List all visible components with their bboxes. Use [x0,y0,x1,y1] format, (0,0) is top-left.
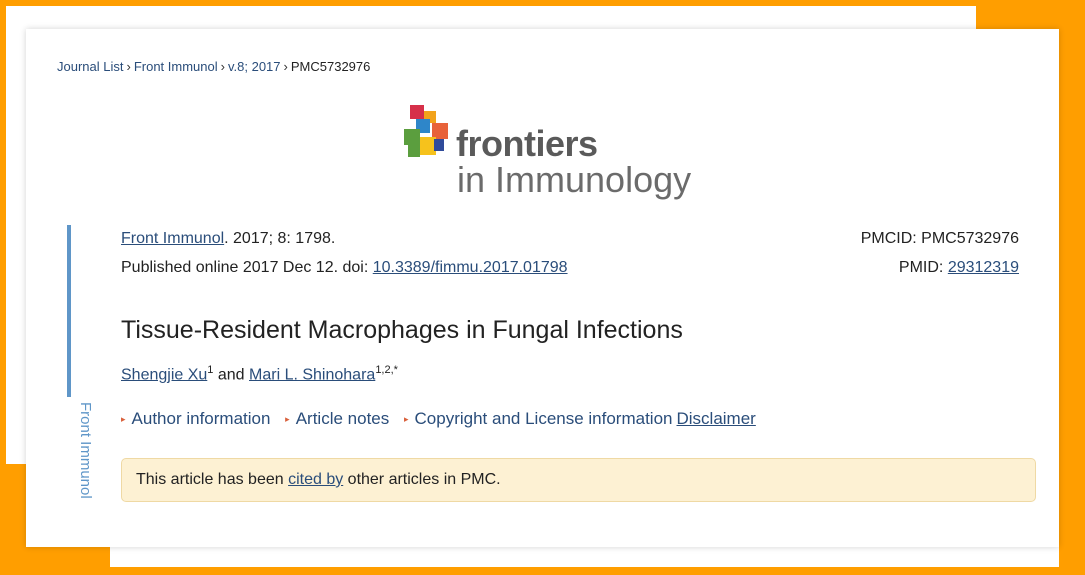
sidebar-accent-bar [67,225,71,397]
pmid-link[interactable]: 29312319 [948,259,1019,276]
pmcid-value: PMC5732976 [921,230,1019,247]
breadcrumb-separator: › [126,59,131,74]
published-prefix: Published online 2017 Dec 12. doi: [121,259,373,276]
frontiers-cube-icon [404,105,448,157]
sidebar-journal-label[interactable]: Front Immunol [77,402,94,499]
breadcrumb-separator: › [283,59,288,74]
cited-by-notice: This article has been cited by other art… [121,458,1036,502]
breadcrumb-front-immunol[interactable]: Front Immunol [134,59,218,74]
pmid-label: PMID: [898,259,948,276]
journal-link[interactable]: Front Immunol [121,230,224,247]
cited-by-link[interactable]: cited by [288,471,343,488]
journal-logo[interactable]: frontiers in Immunology [402,103,722,203]
pmcid-line: PMCID: PMC5732976 [861,230,1019,248]
breadcrumb-current: PMC5732976 [290,59,371,74]
copyright-license-toggle[interactable]: Copyright and License information [415,409,673,428]
breadcrumb-journal-list[interactable]: Journal List [57,59,123,74]
frame-left [0,0,6,464]
disclaimer-link[interactable]: Disclaimer [677,409,756,428]
citation-line: Front Immunol. 2017; 8: 1798. [121,230,335,248]
expand-triangle-icon: ▸ [403,414,409,424]
breadcrumb-volume[interactable]: v.8; 2017 [228,59,281,74]
frame-bottom [0,567,1085,575]
logo-text-journal: in Immunology [457,159,692,200]
frame-top-left [0,0,1085,6]
published-line: Published online 2017 Dec 12. doi: 10.33… [121,259,568,277]
author-list: Shengjie Xu1 and Mari L. Shinohara1,2,* [121,364,398,384]
breadcrumb-separator: › [220,59,225,74]
expand-triangle-icon: ▸ [285,414,290,424]
author-link[interactable]: Mari L. Shinohara [249,366,375,383]
citation-details: . 2017; 8: 1798. [224,230,336,247]
article-notes-toggle[interactable]: Article notes [296,409,390,428]
pmcid-label: PMCID: [860,230,922,247]
notice-prefix: This article has been [136,471,289,488]
article-title: Tissue-Resident Macrophages in Fungal In… [121,316,683,344]
doi-link[interactable]: 10.3389/fimmu.2017.01798 [373,259,568,276]
author-joiner: and [213,366,250,384]
frame-right-strip [1059,0,1085,575]
expand-triangle-icon: ▸ [121,414,126,424]
author-information-toggle[interactable]: Author information [132,409,271,428]
article-page: Journal List › Front Immunol › v.8; 2017 › PMC… [26,29,1059,547]
breadcrumb: Journal List › Front Immunol › v.8; 2017 › PMC… [57,59,370,74]
article-info-links: ▸ Author information ▸ Article notes ▸ Copy… [121,409,756,429]
notice-suffix: other articles in PMC. [343,471,501,488]
author-affiliation: 1,2,* [375,364,398,376]
pmid-line: PMID: 29312319 [899,259,1019,277]
author-link[interactable]: Shengjie Xu [121,366,207,383]
